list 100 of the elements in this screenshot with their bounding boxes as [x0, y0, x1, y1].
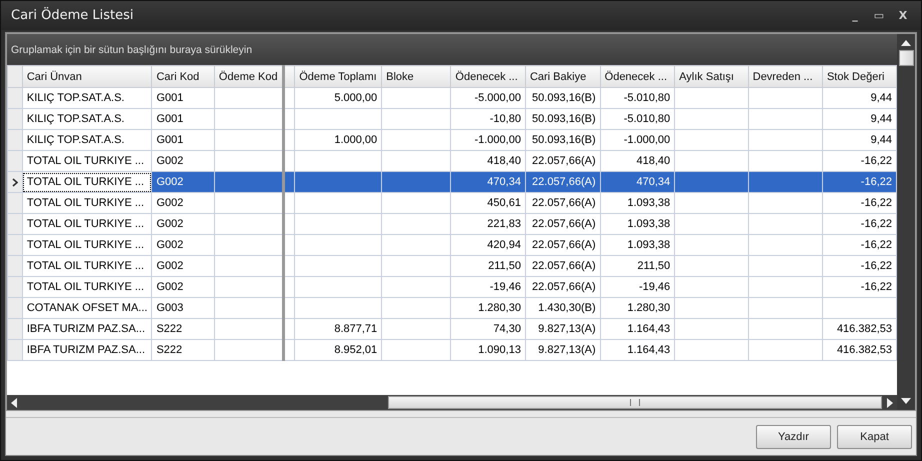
table-cell: 450,61 [487, 197, 521, 209]
table-cell: 1.093,38 [627, 197, 670, 209]
table-cell: G003 [156, 302, 184, 314]
table-cell: -1.000,00 [474, 134, 521, 146]
header-corner [8, 66, 22, 88]
scroll-down-icon[interactable] [901, 398, 911, 405]
table-cell: 418,40 [487, 155, 521, 167]
table-cell: G001 [156, 134, 184, 146]
table-cell: 8.877,71 [334, 323, 378, 335]
column-header[interactable]: Cari Kod [152, 66, 214, 88]
table-cell: G002 [156, 239, 184, 251]
table-cell: 9.827,13(A) [538, 323, 596, 335]
column-header[interactable]: Bloke [382, 66, 451, 88]
table-cell: 5.000,00 [334, 92, 378, 104]
table-cell: 22.057,66(A) [532, 197, 596, 209]
table-cell: 1.090,13 [478, 344, 521, 356]
table-cell: -10,80 [490, 113, 521, 125]
scroll-thumb[interactable] [388, 396, 882, 409]
table-cell: 1.093,38 [627, 239, 670, 251]
table-cell: KILIÇ TOP.SAT.A.S. [26, 134, 124, 146]
table-cell: -16,22 [860, 197, 892, 209]
table-cell: 1.280,30 [627, 302, 670, 314]
maximize-button[interactable]: ▭ [869, 9, 889, 22]
table-cell: TOTAL OIL TURKIYE ... [26, 260, 144, 272]
table-cell: TOTAL OIL TURKIYE ... [26, 176, 144, 188]
window-title: Cari Ödeme Listesi [11, 8, 135, 23]
table-cell: 211,50 [488, 260, 521, 272]
table-cell: -16,22 [860, 239, 892, 251]
table-cell: 22.057,66(A) [532, 176, 596, 188]
column-header[interactable]: Aylık Satışı [674, 66, 748, 88]
table-cell: 9.827,13(A) [538, 344, 596, 356]
group-hint: Gruplamak için bir sütun başlığını buraya sürükleyin [11, 44, 252, 56]
column-header[interactable]: Cari Bakiye [525, 66, 600, 88]
table-cell: 470,34 [487, 176, 521, 188]
table-cell: TOTAL OIL TURKIYE ... [26, 218, 144, 230]
scroll-up-icon[interactable] [901, 39, 911, 46]
table-cell: TOTAL OIL TURKIYE ... [26, 239, 144, 251]
table-cell: S222 [156, 323, 182, 335]
scroll-right-icon[interactable] [886, 398, 894, 408]
table-cell: 1.093,38 [627, 218, 670, 230]
current-row-icon [12, 178, 18, 186]
table-cell: -5.000,00 [474, 92, 521, 104]
table-cell: 9,44 [870, 92, 892, 104]
table-cell: 211,50 [637, 260, 670, 272]
scroll-left-icon[interactable] [10, 398, 18, 408]
table-cell: -1.000,00 [624, 134, 670, 146]
table-cell: 8.952,01 [334, 344, 378, 356]
table-cell: TOTAL OIL TURKIYE ... [26, 281, 144, 293]
table-cell: G002 [156, 218, 184, 230]
table-cell: 470,34 [636, 176, 670, 188]
table-cell: 50.093,16(B) [532, 92, 596, 104]
table-cell: -19,46 [638, 281, 670, 293]
table-cell: G001 [156, 92, 184, 104]
print-button[interactable]: Yazdır [756, 424, 831, 448]
table-cell: S222 [156, 344, 182, 356]
table-cell: 420,94 [487, 239, 521, 251]
table-cell: 22.057,66(A) [532, 218, 596, 230]
table-cell: 1.430,30(B) [538, 302, 596, 314]
table-cell: 416.382,53 [836, 323, 892, 335]
table-cell: G001 [156, 113, 184, 125]
table-cell: 1.280,30 [478, 302, 521, 314]
close-dialog-button[interactable]: Kapat [837, 424, 912, 448]
table-cell: G002 [156, 260, 184, 272]
table-cell: 22.057,66(A) [532, 239, 596, 251]
table-cell: 50.093,16(B) [532, 134, 596, 146]
close-button[interactable]: X [893, 9, 913, 22]
column-header[interactable]: Stok Değeri [822, 66, 896, 88]
scroll-thumb[interactable] [898, 50, 914, 66]
table-cell: 9,44 [870, 134, 892, 146]
table-cell: TOTAL OIL TURKIYE ... [26, 155, 144, 167]
table-cell: -16,22 [860, 218, 892, 230]
table-cell: 50.093,16(B) [532, 113, 596, 125]
table-cell: 1.164,43 [627, 344, 670, 356]
table-cell: G002 [156, 155, 184, 167]
column-header[interactable]: Devreden ... [748, 66, 822, 88]
column-header[interactable]: Ödeme Kod [214, 66, 284, 88]
column-header[interactable]: Cari Ünvan [22, 66, 152, 88]
table-cell: 1.000,00 [334, 134, 378, 146]
table-cell: G002 [156, 281, 184, 293]
table-cell: KILIÇ TOP.SAT.A.S. [26, 92, 124, 104]
column-header[interactable]: Ödeme Toplamı [294, 66, 382, 88]
column-header[interactable]: Ödenecek ... [600, 66, 675, 88]
row-indicator[interactable] [8, 172, 22, 192]
column-header[interactable]: Ödenecek ... [450, 66, 526, 88]
table-cell: -16,22 [860, 281, 892, 293]
table-cell: TOTAL OIL TURKIYE ... [26, 197, 144, 209]
table-cell: 22.057,66(A) [532, 281, 596, 293]
table-cell: -16,22 [860, 260, 892, 272]
table-cell: -16,22 [860, 155, 892, 167]
table-cell: 9,44 [870, 113, 892, 125]
table-cell: 221,83 [487, 218, 521, 230]
table-cell: COTANAK OFSET MA... [26, 302, 148, 314]
table-cell: 22.057,66(A) [532, 155, 596, 167]
table-cell: 74,30 [493, 323, 521, 335]
horizontal-scrollbar[interactable] [7, 395, 897, 410]
table-cell: -5.010,80 [624, 92, 670, 104]
table-cell: G002 [156, 197, 184, 209]
table-cell: 22.057,66(A) [532, 260, 596, 272]
minimize-button[interactable]: _ [845, 9, 865, 22]
table-cell: -5.010,80 [624, 113, 670, 125]
